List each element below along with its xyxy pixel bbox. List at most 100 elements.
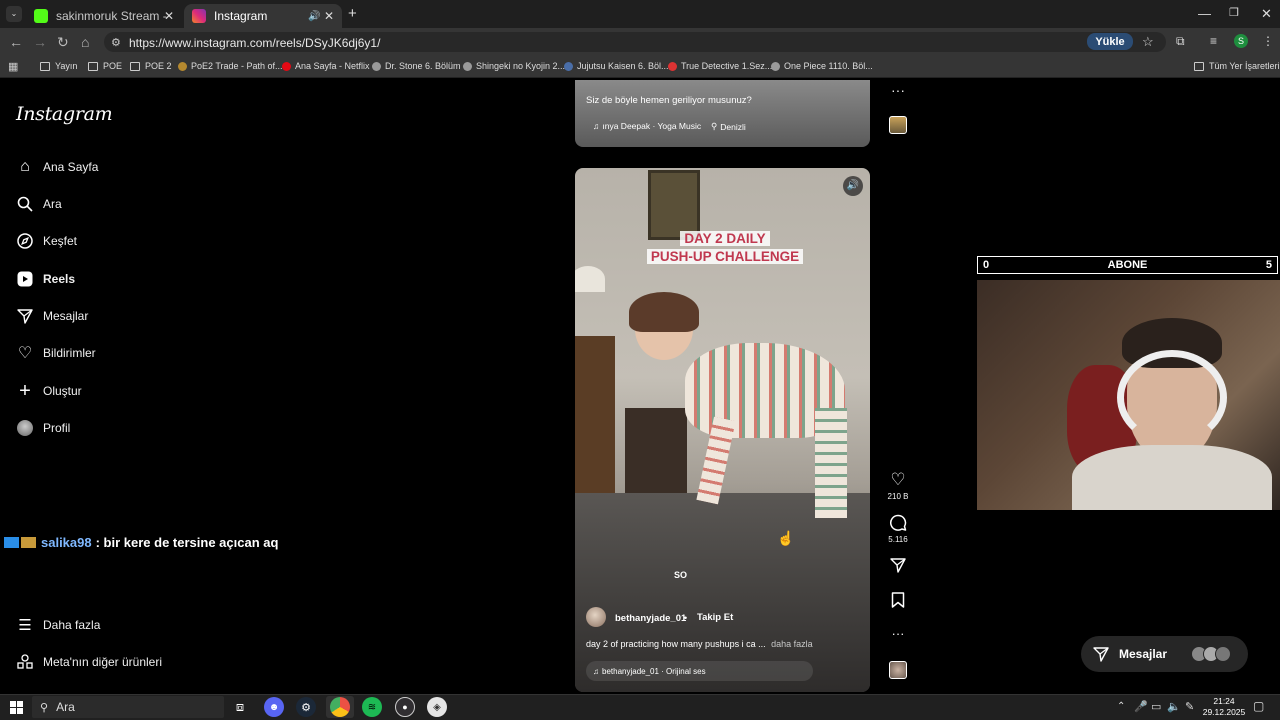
save-bookmark-icon[interactable] [888,592,908,613]
all-bookmarks[interactable]: Tüm Yer İşaretleri [1194,61,1280,71]
reel-video[interactable]: DAY 2 DAILY PUSH-UP CHALLENGE 🔊 SO betha… [575,168,870,692]
previous-reel[interactable]: Siz de böyle hemen geriliyor musunuz? ♫ … [575,80,870,147]
reels-icon [16,270,34,288]
bookmark-poe[interactable]: POE [88,61,122,71]
reel-overlay-title: DAY 2 DAILY PUSH-UP CHALLENGE [640,230,810,266]
bookmark-shingeki[interactable]: Shingeki no Kyojin 2... [463,61,565,71]
speaker-icon[interactable]: 🔊 [308,11,320,22]
reload-icon[interactable]: ↻ [57,34,69,51]
media-control-icon[interactable]: ≡ [1210,34,1217,48]
meta-products-icon [16,653,34,671]
forward-icon[interactable]: → [33,34,47,50]
close-window-icon[interactable]: ✕ [1261,6,1272,22]
bookmark-one-piece[interactable]: One Piece 1110. Böl... [771,61,873,71]
bookmark-netflix[interactable]: Ana Sayfa - Netflix [282,61,370,71]
nav-create[interactable]: + Oluştur [16,379,82,403]
new-tab-button[interactable]: + [348,5,357,22]
author-username[interactable]: bethanyjade_01 [615,613,686,624]
prev-reel-location[interactable]: ⚲ Denizli [711,121,746,132]
audio-chip[interactable]: ♫ bethanyjade_01 · Orijinal ses [586,661,813,681]
nav-meta-products[interactable]: Meta'nın diğer ürünleri [16,650,162,674]
tab-stream[interactable]: sakinmoruk Stream - Watch Liv ✕ [26,4,182,28]
volume-icon[interactable]: 🔈 [1167,700,1181,713]
obs-icon[interactable]: ● [395,697,415,717]
apps-icon[interactable]: ▦ [8,60,18,73]
extensions-icon[interactable]: ⧉ [1176,34,1185,49]
folder-icon [88,61,98,71]
prev-reel-audio-thumb[interactable] [889,116,907,134]
like-heart-icon[interactable]: ♡ [888,470,908,490]
bookmark-true-detective[interactable]: True Detective 1.Sez... [668,61,772,71]
tab-bar: ⌄ sakinmoruk Stream - Watch Liv ✕ Instag… [0,0,1280,28]
share-icon[interactable] [888,557,908,578]
poe-icon [178,61,187,71]
spotify-icon[interactable]: ≋ [362,697,382,717]
back-icon[interactable]: ← [9,34,23,50]
instagram-icon [192,9,206,23]
tab-list-dropdown-icon[interactable]: ⌄ [6,6,22,22]
upload-label: Yükle [1095,35,1125,48]
url-text[interactable]: https://www.instagram.com/reels/DSyJK6dj… [129,36,380,50]
minimize-icon[interactable]: — [1198,6,1211,21]
audio-thumbnail[interactable] [889,661,907,679]
discord-icon[interactable]: ☻ [264,697,284,717]
hand-cursor-icon: ☝ [777,530,795,546]
microphone-icon[interactable]: 🎤 [1134,700,1148,713]
nav-explore[interactable]: Keşfet [16,229,77,253]
music-note-icon: ♫ [593,121,600,131]
bookmark-poe2-trade[interactable]: PoE2 Trade - Path of... [178,61,283,71]
more-options-icon[interactable]: ··· [888,626,908,641]
netflix-icon [282,61,291,71]
tab-instagram[interactable]: Instagram 🔊 ✕ [184,4,342,28]
nav-search[interactable]: Ara [16,192,62,216]
comment-icon[interactable] [888,514,908,537]
person-figure [629,292,847,518]
follow-button[interactable]: Takip Et [697,612,733,623]
mute-toggle-icon[interactable]: 🔊 [843,176,863,196]
bookmark-dr-stone[interactable]: Dr. Stone 6. Bölüm [372,61,461,71]
task-view-icon[interactable]: ⧈ [230,697,250,717]
messages-pill[interactable]: Mesajlar [1081,636,1248,672]
nav-reels[interactable]: Reels [16,267,75,291]
kick-icon [34,9,48,23]
windows-start-icon[interactable] [6,697,26,717]
network-icon[interactable]: ▭ [1151,700,1161,713]
notifications-icon[interactable]: ▢ [1253,699,1264,713]
bookmark-star-icon[interactable]: ☆ [1142,34,1154,50]
search-icon [16,195,34,213]
app-icon[interactable]: ◈ [427,697,447,717]
clock[interactable]: 21:24 29.12.2025 [1200,696,1248,718]
menu-icon[interactable]: ⋮ [1262,34,1274,48]
nav-profile[interactable]: Profil [16,416,70,440]
close-tab-icon[interactable]: ✕ [164,9,174,23]
upload-button[interactable]: Yükle [1087,33,1133,50]
restore-icon[interactable]: ❐ [1229,6,1239,19]
prev-reel-more-icon[interactable]: ··· [891,82,905,98]
prev-reel-music[interactable]: ♫ ınya Deepak · Yoga Music [593,121,701,131]
nav-messages[interactable]: Mesajlar [16,304,88,328]
home-icon: ⌂ [20,158,30,175]
site-settings-icon[interactable]: ⚙ [111,36,121,49]
nav-home[interactable]: ⌂ Ana Sayfa [16,155,98,179]
home-icon[interactable]: ⌂ [81,34,89,50]
author-avatar[interactable] [586,607,606,627]
profile-avatar[interactable]: S [1234,34,1248,48]
bookmark-jujutsu[interactable]: Jujutsu Kaisen 6. Böl... [564,61,669,71]
nav-more[interactable]: ☰ Daha fazla [16,613,100,637]
chat-badge-icon [21,537,36,548]
see-more-link[interactable]: daha fazla [771,639,813,649]
steam-icon[interactable]: ⚙ [296,697,316,717]
search-icon: ⚲ [40,701,49,714]
bookmark-poe2[interactable]: POE 2 [130,61,172,71]
heart-icon: ♡ [17,345,33,362]
instagram-logo[interactable]: Instagram [16,103,113,125]
prev-reel-caption: Siz de böyle hemen geriliyor musunuz? [586,95,752,106]
messages-pill-label: Mesajlar [1119,647,1168,661]
taskbar-search[interactable]: ⚲ Ara [32,696,224,718]
tray-overflow-icon[interactable]: ⌃ [1117,701,1125,712]
nav-notifications[interactable]: ♡ Bildirimler [16,341,96,365]
close-tab-icon[interactable]: ✕ [324,9,334,23]
bookmark-yayin[interactable]: Yayın [40,61,77,71]
pen-icon[interactable]: ✎ [1185,700,1194,713]
reel-subtitle: SO [674,570,688,580]
